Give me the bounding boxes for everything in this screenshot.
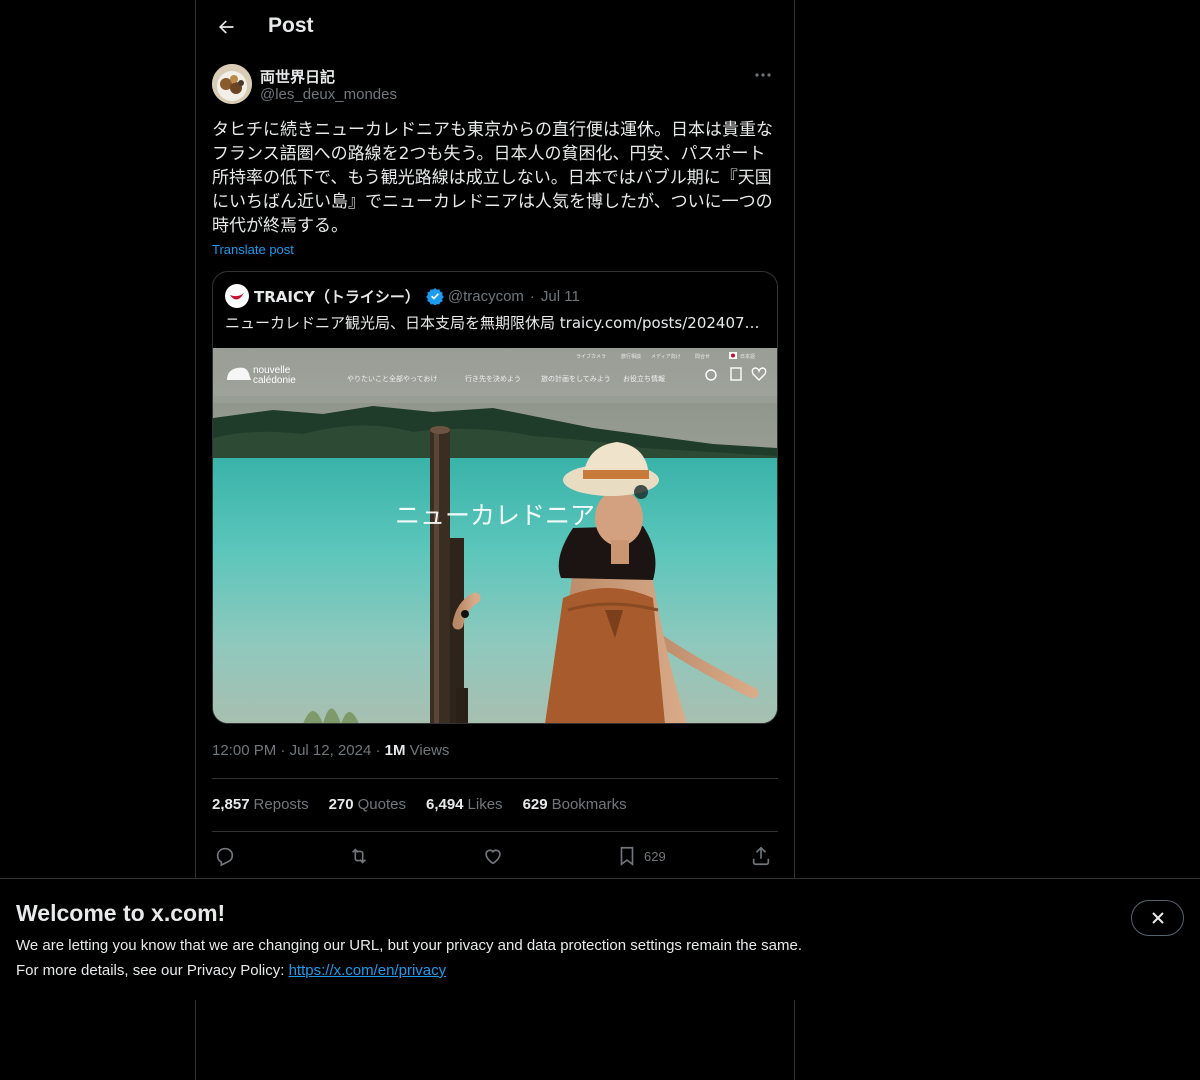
reply-button[interactable] bbox=[214, 842, 236, 870]
site-nav-item-1: やりたいこと全部やっておけ bbox=[347, 374, 437, 383]
privacy-policy-link[interactable]: https://x.com/en/privacy bbox=[289, 962, 447, 979]
bookmark-button[interactable]: 629 bbox=[616, 842, 666, 870]
separator-dot: · bbox=[280, 742, 290, 759]
quoted-post-image[interactable]: nouvelle calédonie やりたいこと全部やっておけ 行き先を決めよ… bbox=[213, 348, 777, 723]
quoted-author-name: TRAICY（トライシー） bbox=[254, 287, 420, 306]
post-text: タヒチに続きニューカレドニアも東京からの直行便は運休。日本は貴重なフランス語圏へ… bbox=[212, 120, 773, 236]
quoted-author-handle: @tracycom bbox=[447, 287, 524, 305]
page-title: Post bbox=[268, 14, 314, 37]
views-label: Views bbox=[409, 742, 450, 759]
reply-icon bbox=[216, 847, 234, 867]
author-handle[interactable]: @les_deux_mondes bbox=[260, 86, 397, 103]
author-display-name[interactable]: 両世界日記 bbox=[260, 66, 335, 87]
url-change-banner: Welcome to x.com! We are letting you kno… bbox=[0, 878, 1200, 1000]
quoted-post-header: TRAICY（トライシー） @tracycom · Jul 11 bbox=[225, 284, 580, 308]
post-metadata: 12:00 PM · Jul 12, 2024 · 1M Views bbox=[212, 742, 449, 759]
repost-button[interactable] bbox=[348, 842, 370, 870]
stat-quotes[interactable]: 270 Quotes bbox=[329, 796, 406, 813]
post-time[interactable]: 12:00 PM bbox=[212, 742, 276, 759]
more-icon bbox=[755, 73, 771, 77]
heart-icon bbox=[485, 849, 501, 865]
post-author: 両世界日記 @les_deux_mondes bbox=[212, 64, 778, 108]
top-bar: Post bbox=[196, 0, 794, 54]
quoted-post-date: Jul 11 bbox=[540, 287, 580, 305]
post-stats: 2,857 Reposts 270 Quotes 6,494 Likes 629 Boo… bbox=[212, 796, 627, 813]
quoted-author-avatar bbox=[225, 284, 249, 308]
banner-message: We are letting you know that we are chan… bbox=[16, 937, 802, 954]
banner-privacy-prefix: For more details, see our Privacy Policy… bbox=[16, 962, 289, 979]
verified-badge-icon bbox=[426, 287, 444, 305]
arrow-left-icon bbox=[219, 20, 234, 34]
stat-reposts[interactable]: 2,857 Reposts bbox=[212, 796, 309, 813]
translate-post-link[interactable]: Translate post bbox=[212, 242, 294, 257]
site-top-link-4: 問合せ bbox=[695, 353, 710, 360]
share-icon bbox=[752, 846, 770, 866]
image-overlay-title: ニューカレドニア bbox=[395, 501, 595, 530]
bookmark-icon bbox=[620, 846, 634, 866]
quoted-post-text: ニューカレドニア観光局、日本支局を無期限休局 traicy.com/posts/… bbox=[225, 314, 765, 332]
site-nav-item-4: お役立ち情報 bbox=[623, 374, 665, 383]
site-logo-line2: calédonie bbox=[253, 375, 296, 386]
site-top-link-5: 日本語 bbox=[740, 353, 755, 360]
site-nav-item-3: 旅の計画をしてみよう bbox=[541, 374, 611, 383]
more-options-button[interactable] bbox=[748, 64, 778, 86]
separator-dot: · bbox=[375, 742, 385, 759]
quoted-post[interactable]: TRAICY（トライシー） @tracycom · Jul 11 ニューカレドニ… bbox=[212, 271, 778, 724]
site-nav-item-2: 行き先を決めよう bbox=[465, 374, 521, 383]
repost-icon bbox=[351, 848, 367, 864]
site-top-link-3: メディア向け bbox=[651, 353, 681, 360]
stat-likes[interactable]: 6,494 Likes bbox=[426, 796, 503, 813]
post-date[interactable]: Jul 12, 2024 bbox=[290, 742, 372, 759]
site-top-link-1: ライブカメラ bbox=[576, 353, 606, 360]
separator-dot: · bbox=[529, 287, 535, 305]
site-top-link-2: 旅行相談 bbox=[621, 353, 641, 360]
views-count: 1M bbox=[384, 742, 406, 759]
banner-title: Welcome to x.com! bbox=[16, 900, 226, 926]
stat-bookmarks[interactable]: 629 Bookmarks bbox=[523, 796, 627, 813]
bookmark-count: 629 bbox=[644, 848, 666, 864]
banner-privacy-line: For more details, see our Privacy Policy… bbox=[16, 962, 446, 979]
banner-close-button[interactable] bbox=[1131, 900, 1184, 936]
share-button[interactable] bbox=[750, 842, 772, 870]
like-button[interactable] bbox=[482, 842, 504, 870]
back-button[interactable] bbox=[208, 9, 244, 45]
divider bbox=[212, 778, 778, 779]
close-icon bbox=[1151, 912, 1164, 924]
action-bar: 629 bbox=[212, 842, 778, 870]
divider bbox=[212, 831, 778, 832]
avatar[interactable] bbox=[212, 64, 252, 104]
